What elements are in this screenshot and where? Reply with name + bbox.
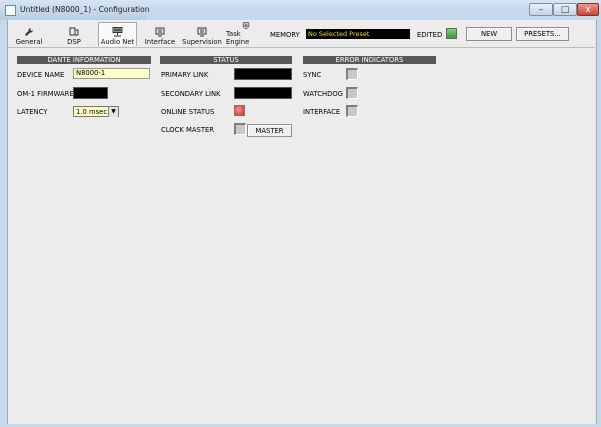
memory-label: MEMORY [270,31,300,39]
tab-audio-net-label: Audio Net [100,38,135,46]
network-icon [112,27,123,37]
task-engine-icon [242,22,250,29]
memory-preset-display: No Selected Preset [306,29,410,39]
latency-label: LATENCY [17,108,48,116]
tab-interface[interactable]: Interface [143,22,177,46]
minimize-button[interactable]: – [529,3,553,16]
tab-general-label: General [15,38,43,46]
tab-general[interactable]: General [14,22,44,46]
primary-link-display [234,68,292,80]
tab-interface-label: Interface [144,38,176,46]
presets-button[interactable]: PRESETS... [516,27,569,41]
watchdog-indicator [346,87,358,99]
edited-indicator-led [446,28,457,39]
clock-master-label: CLOCK MASTER [161,126,215,134]
error-indicators-header: ERROR INDICATORS [303,56,436,64]
close-button[interactable]: x [577,3,599,16]
status-header: STATUS [160,56,292,64]
client-area [7,20,597,424]
window-title: Untitled (N8000_1) - Configuration [20,5,150,14]
maximize-button[interactable]: □ [553,3,577,16]
watchdog-label: WATCHDOG [303,90,343,98]
secondary-link-display [234,87,292,99]
dsp-chip-icon [69,27,79,36]
latency-value: 1.0 msec [76,108,108,116]
tab-supervision-label: Supervision [182,38,222,46]
online-status-label: ONLINE STATUS [161,108,215,116]
tab-dsp-label: DSP [67,38,81,46]
firmware-label: OM-1 FIRMWARE [17,90,74,98]
interface-indicator [346,105,358,117]
chevron-down-icon[interactable]: ▼ [108,107,118,117]
wrench-icon [25,27,34,36]
clock-master-indicator [234,123,246,135]
app-icon [5,5,16,16]
tab-task-engine-label: Task Engine [226,30,250,46]
tab-supervision[interactable]: Supervision [180,22,224,46]
latency-select[interactable]: 1.0 msec ▼ [73,106,119,117]
secondary-link-label: SECONDARY LINK [161,90,221,98]
tab-task-engine[interactable]: Task Engine [226,22,266,46]
new-button[interactable]: NEW [466,27,512,41]
primary-link-label: PRIMARY LINK [161,71,209,79]
sync-indicator [346,68,358,80]
interface-label: INTERFACE [303,108,341,116]
firmware-display [73,87,108,99]
dante-info-header: DANTE INFORMATION [17,56,151,64]
tab-dsp[interactable]: DSP [60,22,88,46]
supervision-icon [197,27,207,37]
online-status-led [234,105,245,116]
edited-label: EDITED [417,31,443,39]
master-button[interactable]: MASTER [247,124,292,137]
tab-audio-net[interactable]: Audio Net [98,22,137,46]
window-border-left [0,20,7,424]
interface-icon [155,27,165,37]
device-name-input[interactable]: N8000-1 [73,68,150,79]
sync-label: SYNC [303,71,322,79]
device-name-label: DEVICE NAME [17,71,65,79]
